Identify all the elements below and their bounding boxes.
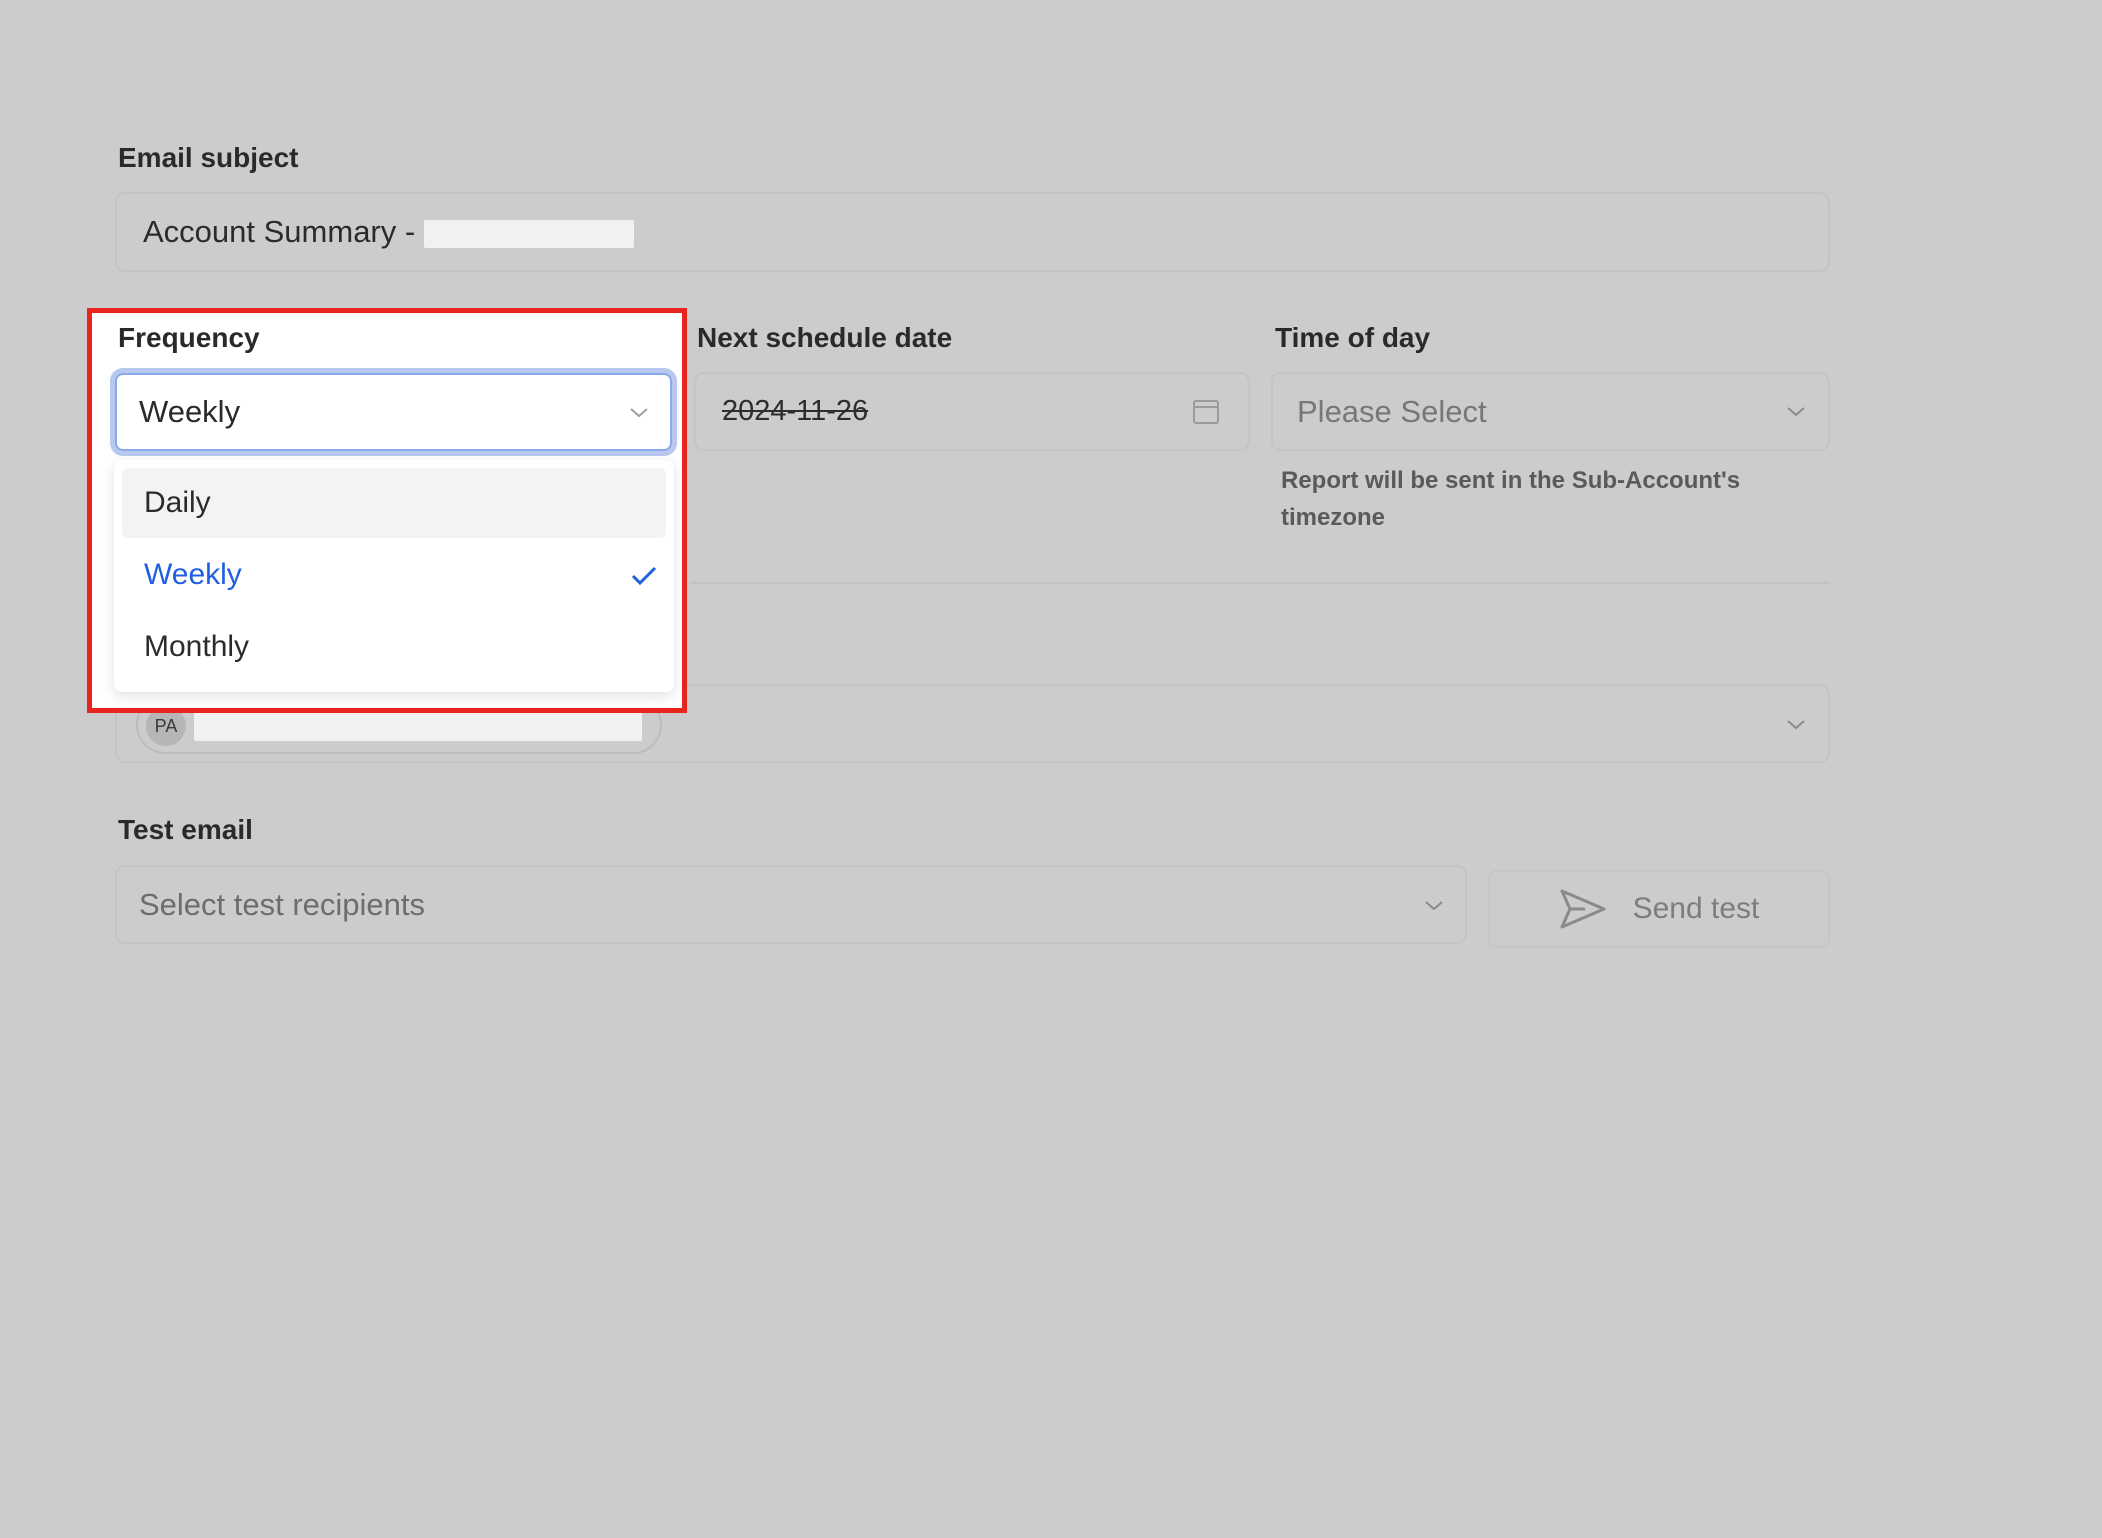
next-schedule-label: Next schedule date: [697, 322, 953, 353]
chevron-down-icon: [1787, 407, 1805, 417]
section-divider: [690, 582, 1830, 584]
redacted-text: [194, 711, 642, 741]
email-subject-label: Email subject: [118, 142, 299, 173]
send-test-button[interactable]: Send test: [1488, 870, 1830, 948]
send-test-label: Send test: [1632, 892, 1760, 925]
test-recipients-select[interactable]: Select test recipients: [115, 865, 1467, 944]
time-of-day-label: Time of day: [1275, 322, 1431, 353]
next-schedule-date-input[interactable]: 2024-11-26: [694, 372, 1250, 451]
chevron-down-icon: [1787, 720, 1805, 730]
chevron-down-icon: [1425, 901, 1443, 911]
email-subject-input[interactable]: Account Summary -: [115, 192, 1830, 272]
time-of-day-placeholder: Please Select: [1297, 393, 1487, 429]
send-icon: [1560, 889, 1606, 929]
next-schedule-value: 2024-11-26: [722, 395, 869, 427]
timezone-helper-text: Report will be sent in the Sub-Account's…: [1281, 467, 1741, 531]
calendar-icon[interactable]: [1192, 398, 1220, 426]
highlight-annotation-box: [87, 308, 687, 713]
redacted-text: [424, 220, 634, 248]
test-recipients-placeholder: Select test recipients: [139, 886, 426, 922]
email-subject-value: Account Summary -: [143, 214, 416, 249]
time-of-day-select[interactable]: Please Select: [1271, 372, 1830, 451]
test-email-label: Test email: [118, 814, 253, 845]
